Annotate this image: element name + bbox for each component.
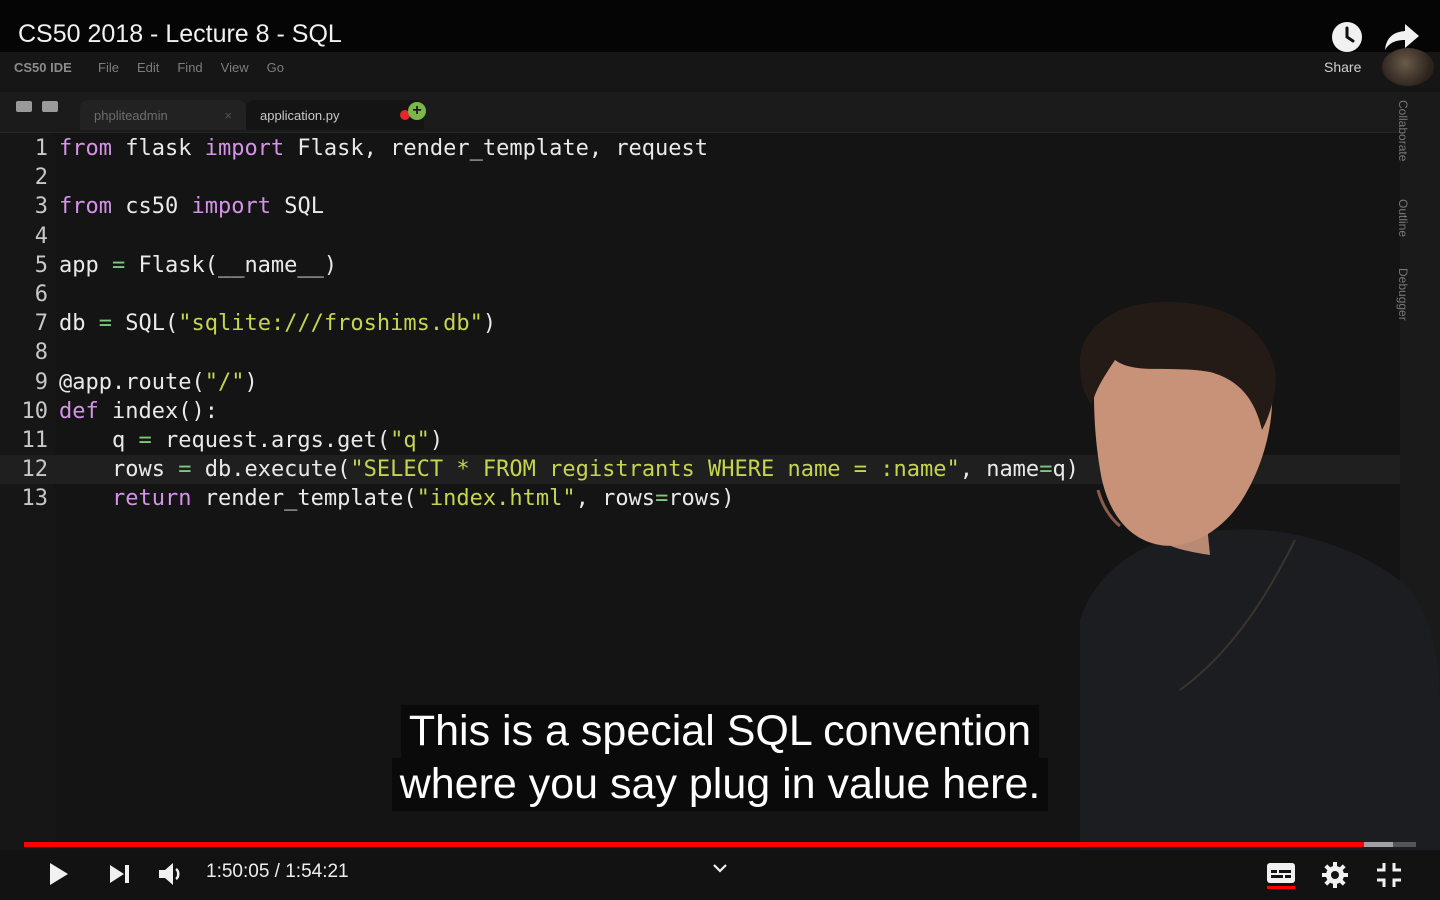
chevron-down-icon[interactable] bbox=[710, 858, 730, 878]
code-text: @app.route("/") bbox=[59, 369, 258, 395]
code-line: 5 app = Flask(__name__) bbox=[0, 251, 1400, 280]
code-line: 4 bbox=[0, 222, 1400, 251]
volume-icon[interactable] bbox=[156, 860, 186, 888]
ide-menu: File Edit Find View Go bbox=[98, 60, 284, 75]
time-display: 1:50:05 / 1:54:21 bbox=[206, 861, 349, 882]
line-number: 10 bbox=[21, 398, 49, 424]
caption-line: This is a special SQL convention bbox=[400, 705, 1040, 758]
line-number: 13 bbox=[21, 486, 49, 512]
clock-icon[interactable] bbox=[1330, 20, 1364, 54]
line-number: 5 bbox=[34, 252, 48, 278]
progress-bar[interactable] bbox=[24, 842, 1416, 847]
ide-menu-go: Go bbox=[266, 60, 284, 75]
code-text: def index(): bbox=[59, 398, 218, 424]
captions-icon[interactable] bbox=[1265, 860, 1297, 890]
skip-next-icon[interactable] bbox=[106, 860, 134, 888]
tab-phpliteadmin: phpliteadmin × bbox=[80, 100, 246, 130]
code-text: rows = db.execute("SELECT * FROM registr… bbox=[59, 457, 1079, 483]
code-text: from cs50 import SQL bbox=[59, 194, 324, 220]
ide-menu-edit: Edit bbox=[136, 60, 160, 75]
share-label[interactable]: Share bbox=[1324, 59, 1361, 75]
line-number: 4 bbox=[34, 223, 48, 249]
caption-line: where you say plug in value here. bbox=[391, 758, 1049, 811]
code-text: q = request.args.get("q") bbox=[59, 427, 444, 453]
line-number: 7 bbox=[34, 311, 48, 337]
line-number: 6 bbox=[34, 281, 48, 307]
line-number: 9 bbox=[34, 369, 48, 395]
tab-application-py: application.py bbox=[246, 100, 424, 130]
line-number: 3 bbox=[34, 194, 48, 220]
gear-icon[interactable] bbox=[1320, 860, 1350, 890]
tab-label: application.py bbox=[260, 107, 340, 123]
channel-avatar[interactable] bbox=[1382, 48, 1434, 86]
line-number: 12 bbox=[21, 457, 49, 483]
play-icon[interactable] bbox=[44, 860, 72, 888]
add-tab-icon: + bbox=[408, 102, 426, 120]
video-title[interactable]: CS50 2018 - Lecture 8 - SQL bbox=[18, 20, 342, 49]
ide-brand: CS50 IDE bbox=[14, 60, 72, 75]
close-icon: × bbox=[224, 107, 232, 123]
tab-label: phpliteadmin bbox=[94, 107, 168, 123]
code-line: 3 from cs50 import SQL bbox=[0, 192, 1400, 221]
line-number: 2 bbox=[34, 165, 48, 191]
line-number: 1 bbox=[34, 136, 48, 161]
code-line: 1 from flask import Flask, render_templat… bbox=[0, 134, 1400, 163]
code-text: app = Flask(__name__) bbox=[59, 252, 338, 278]
code-line: 2 bbox=[0, 163, 1400, 192]
code-text: from flask import Flask, render_template… bbox=[59, 136, 709, 161]
ide-menu-file: File bbox=[98, 60, 119, 75]
folder-icon bbox=[16, 101, 32, 112]
side-tab-outline: Outline bbox=[1396, 199, 1410, 238]
files-icon bbox=[42, 101, 58, 112]
code-text: return render_template("index.html", row… bbox=[59, 486, 735, 512]
code-text: db = SQL("sqlite:///froshims.db") bbox=[59, 311, 497, 337]
ide-menu-view: View bbox=[220, 60, 249, 75]
ide-tab-icons bbox=[16, 101, 58, 112]
side-tab-collaborate: Collaborate bbox=[1396, 100, 1410, 162]
line-number: 11 bbox=[21, 427, 49, 453]
progress-played bbox=[24, 842, 1365, 847]
ide-menu-find: Find bbox=[177, 60, 203, 75]
exit-fullscreen-icon[interactable] bbox=[1374, 860, 1404, 890]
captions-window: This is a special SQL convention where y… bbox=[0, 705, 1440, 811]
line-number: 8 bbox=[34, 340, 48, 366]
